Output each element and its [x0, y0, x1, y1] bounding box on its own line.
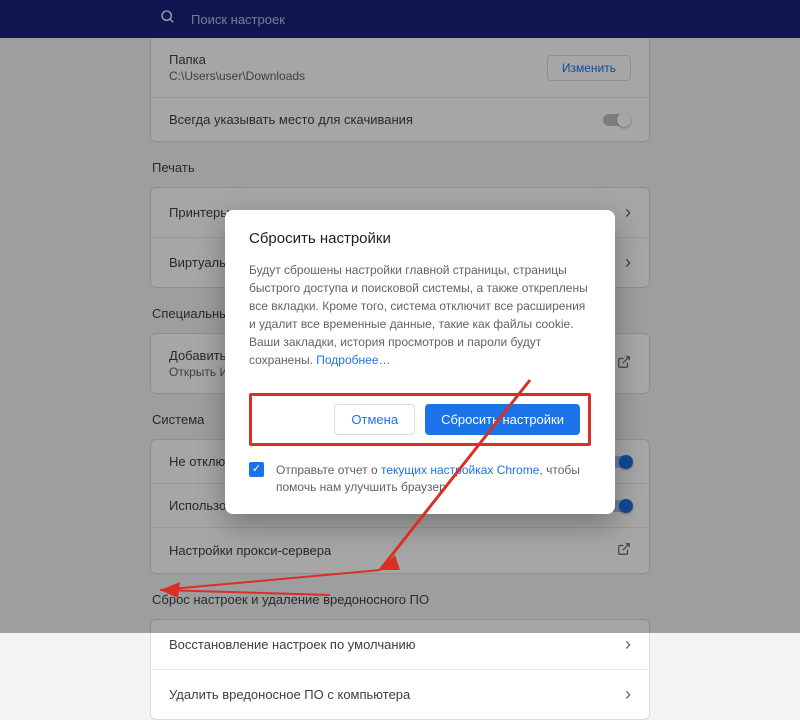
learn-more-link[interactable]: Подробнее…	[316, 353, 390, 367]
feedback-link[interactable]: текущих настройках Chrome	[381, 463, 539, 477]
feedback-text: Отправьте отчет о текущих настройках Chr…	[276, 462, 591, 496]
remove-malware-label: Удалить вредоносное ПО с компьютера	[169, 687, 410, 702]
remove-malware-row[interactable]: Удалить вредоносное ПО с компьютера ›	[151, 670, 649, 719]
cancel-button[interactable]: Отмена	[334, 404, 415, 435]
chevron-right-icon: ›	[625, 684, 631, 705]
confirm-reset-button[interactable]: Сбросить настройки	[425, 404, 580, 435]
reset-dialog: Сбросить настройки Будут сброшены настро…	[225, 210, 615, 514]
dialog-actions: Отмена Сбросить настройки	[249, 393, 591, 446]
feedback-row[interactable]: ✓ Отправьте отчет о текущих настройках C…	[249, 462, 591, 496]
dialog-title: Сбросить настройки	[249, 230, 591, 247]
feedback-checkbox[interactable]: ✓	[249, 462, 264, 477]
chevron-right-icon: ›	[625, 634, 631, 655]
dialog-body: Будут сброшены настройки главной страниц…	[249, 261, 591, 369]
restore-defaults-label: Восстановление настроек по умолчанию	[169, 637, 416, 652]
